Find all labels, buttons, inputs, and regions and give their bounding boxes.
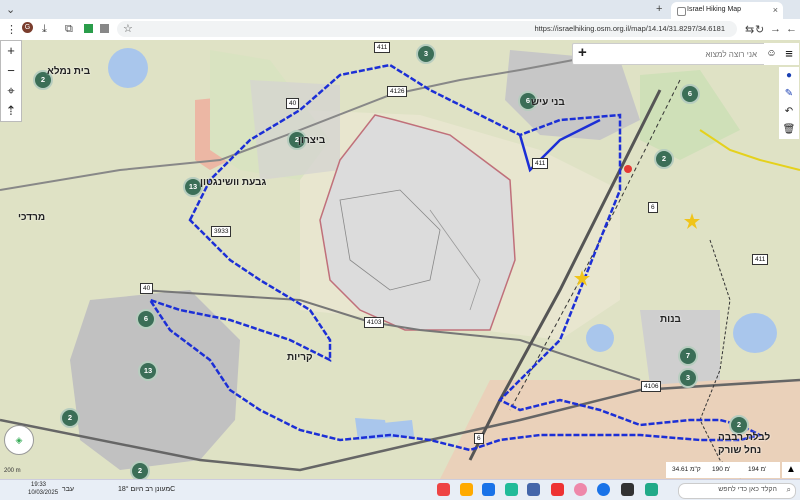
extension-puzzle-icon[interactable]: ⧉ [65, 23, 73, 36]
favicon-icon [677, 7, 686, 16]
more-vert-icon[interactable]: ⋮ [6, 23, 17, 36]
north-arrow-icon[interactable]: ⇡ [1, 101, 21, 121]
back-icon[interactable]: → [770, 23, 781, 35]
map-search-box: + [572, 43, 766, 65]
app-icon[interactable] [645, 483, 658, 496]
place-label: בני עיש [531, 97, 565, 108]
zoom-in-button[interactable]: + [1, 41, 21, 61]
place-label: גבעת וושינגטון [200, 177, 267, 188]
trash-icon[interactable]: 🗑 [779, 121, 799, 139]
red-marker [624, 165, 632, 173]
layers-marker-icon[interactable]: ● [779, 67, 799, 85]
close-tab-icon[interactable]: × [773, 5, 778, 15]
road-number: 411 [752, 254, 769, 265]
bookmark-star-icon[interactable]: ☆ [123, 22, 133, 35]
map-svg [0, 40, 800, 479]
elevation-chart-icon[interactable]: ▲ [782, 462, 800, 478]
app-icon[interactable] [621, 483, 634, 496]
chrome-icon[interactable] [574, 483, 587, 496]
forward-icon[interactable]: ⇆ [745, 23, 754, 36]
taskbar-search[interactable]: הקלד כאן כדי לחפש ⌕ [678, 483, 796, 499]
map-scale: 200 m [4, 468, 21, 474]
new-tab-button[interactable]: + [656, 3, 662, 15]
weather-widget[interactable]: מעונן רב היום 18°C [118, 486, 175, 493]
profile-avatar[interactable]: G [22, 22, 33, 33]
url-text: https://israelhiking.osm.org.il/map/14.1… [534, 24, 725, 33]
water-reservoir-3 [733, 313, 777, 353]
route-elevation: 194 מ' [748, 466, 767, 473]
place-label: בית נמלא [47, 66, 91, 77]
extension-green-icon[interactable] [84, 24, 93, 33]
poi-cluster[interactable]: 2 [60, 408, 80, 428]
tab-israel-hiking-map[interactable]: Israel Hiking Map × [671, 2, 783, 19]
poi-cluster[interactable]: 6 [680, 84, 700, 104]
road-number: 40 [286, 98, 300, 109]
os-taskbar: 19:33 10/03/2025 עבר מעונן רב היום 18°C … [0, 479, 800, 500]
road-number: 40 [140, 283, 154, 294]
place-label: קריות [287, 352, 313, 363]
poi-cluster[interactable]: 2 [654, 149, 674, 169]
browser-tabstrip: ⌄ + Israel Hiking Map × [0, 0, 800, 19]
road-number: 411 [374, 42, 391, 53]
download-icon[interactable]: ⤓ [42, 23, 47, 36]
tab-list-icon[interactable]: ⌄ [6, 3, 15, 16]
browser-toolbar: ⋮ G ⤓ ⧉ ☆ https://israelhiking.osm.org.i… [0, 19, 800, 41]
clock-date: 10/03/2025 [28, 490, 59, 496]
zoom-out-button[interactable]: − [1, 61, 21, 81]
poi-cluster[interactable]: 6 [136, 309, 156, 329]
app-icon[interactable] [482, 483, 495, 496]
road-number: 4103 [364, 317, 385, 328]
user-icon[interactable]: ☺ [764, 43, 779, 65]
road-number: 3933 [211, 226, 232, 237]
edge-icon[interactable] [597, 483, 610, 496]
water-reservoir-2 [586, 324, 614, 352]
zoom-controls: + − ⌖ ⇡ [0, 40, 22, 122]
menu-icon[interactable]: ≡ [779, 43, 799, 65]
route-info-bar[interactable]: 34.61 ק"מ 190 מ' 194 מ' [666, 462, 780, 478]
poi-cluster[interactable]: 13 [138, 361, 158, 381]
route-distance: 34.61 ק"מ [672, 466, 701, 473]
poi-cluster[interactable]: 7 [678, 346, 698, 366]
draw-pencil-icon[interactable]: ✎ [779, 85, 799, 103]
app-icon[interactable] [460, 483, 473, 496]
search-icon: ⌕ [786, 485, 791, 494]
add-route-button[interactable]: + [578, 44, 587, 61]
tab-title: Israel Hiking Map [687, 6, 742, 13]
water-reservoir-1 [108, 48, 148, 88]
route-gain: 190 מ' [712, 466, 731, 473]
search-input[interactable] [595, 46, 759, 63]
place-label: לבלת רבבה [718, 432, 771, 443]
undo-icon[interactable]: ↶ [779, 103, 799, 121]
compass-icon[interactable]: ◈ [4, 425, 34, 455]
back-arrow-icon[interactable]: ← [786, 23, 797, 35]
road-number: 4126 [387, 86, 408, 97]
poi-cluster[interactable]: 2 [130, 461, 150, 479]
place-label: ביצרון [298, 135, 326, 146]
app-icon[interactable] [527, 483, 540, 496]
place-label: נחל שורק [718, 445, 762, 456]
language-indicator[interactable]: עבר [62, 486, 74, 493]
address-bar[interactable]: ☆ https://israelhiking.osm.org.il/map/14… [117, 21, 737, 37]
app-icon[interactable] [505, 483, 518, 496]
extension-gray-icon[interactable] [100, 24, 109, 33]
road-number: 6 [648, 202, 658, 213]
place-label: מרדכי [18, 212, 46, 223]
reload-icon[interactable]: ↻ [755, 23, 764, 36]
road-number: 6 [474, 433, 484, 444]
poi-cluster[interactable]: 3 [678, 368, 698, 388]
place-label: בנות [660, 314, 681, 325]
taskbar-search-text: הקלד כאן כדי לחפש [718, 486, 777, 493]
map-canvas[interactable]: 2 3 6 6 2 2 13 6 13 2 7 3 2 2 בית נמלא ב… [0, 40, 800, 479]
road-number: 4106 [641, 381, 662, 392]
app-icon[interactable] [551, 483, 564, 496]
app-icon[interactable] [437, 483, 450, 496]
poi-cluster[interactable]: 3 [416, 44, 436, 64]
clock-time: 19:33 [31, 482, 47, 488]
locate-icon[interactable]: ⌖ [1, 81, 21, 101]
road-number: 411 [532, 158, 549, 169]
